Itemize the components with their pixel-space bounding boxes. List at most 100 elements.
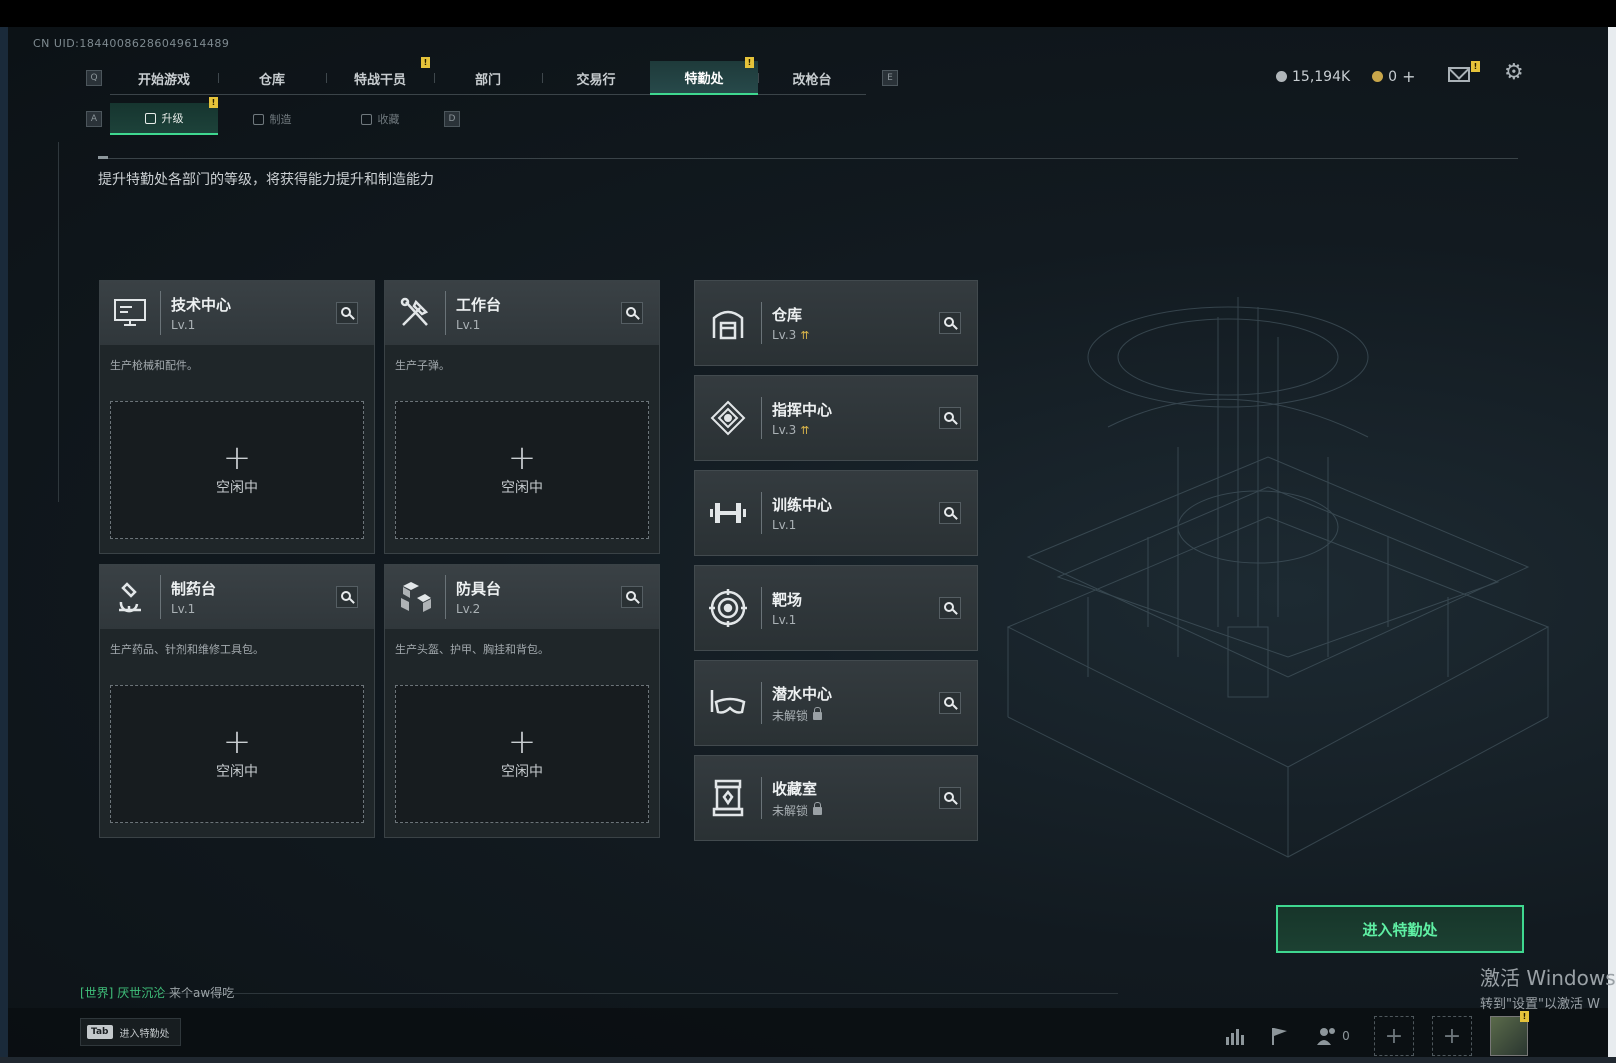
card-title-group: 潜水中心 未解锁 bbox=[772, 683, 832, 724]
activation-line-1: 激活 Windows bbox=[1480, 966, 1616, 990]
tab-department[interactable]: 部门 bbox=[434, 61, 542, 95]
notification-badge: ! bbox=[1520, 1011, 1529, 1022]
silver-currency: 15,194K bbox=[1276, 69, 1350, 85]
cubes-icon bbox=[385, 565, 445, 629]
search-icon bbox=[944, 507, 954, 517]
production-slot[interactable]: + 空闲中 bbox=[395, 401, 649, 539]
search-icon bbox=[944, 412, 954, 422]
facility-card-diving-center[interactable]: 潜水中心 未解锁 bbox=[694, 660, 978, 746]
inspect-button[interactable] bbox=[621, 302, 643, 324]
add-gold-icon[interactable]: + bbox=[1402, 67, 1415, 86]
craft-icon bbox=[252, 113, 264, 125]
plus-icon: + bbox=[1384, 1023, 1404, 1049]
card-title: 技术中心 bbox=[171, 296, 232, 314]
inspect-button[interactable] bbox=[939, 407, 961, 429]
enter-special-ops-button[interactable]: 进入特勤处 bbox=[1276, 905, 1524, 953]
facility-card-command-center[interactable]: 指挥中心 Lv.3 ⇈ bbox=[694, 375, 978, 461]
collection-icon bbox=[695, 755, 761, 841]
search-icon bbox=[341, 591, 351, 601]
notification-badge: ! bbox=[209, 97, 218, 108]
card-description: 生产枪械和配件。 bbox=[110, 359, 198, 372]
card-title-group: 技术中心 Lv.1 bbox=[171, 294, 231, 332]
card-level: Lv.2 bbox=[456, 602, 481, 616]
inspect-button[interactable] bbox=[621, 586, 643, 608]
subnav-right-key-hint: D bbox=[444, 111, 460, 127]
stats-icon[interactable] bbox=[1222, 1023, 1248, 1049]
tab-gunsmith[interactable]: 改枪台 bbox=[758, 61, 866, 95]
inspect-button[interactable] bbox=[939, 502, 961, 524]
facility-card-warehouse[interactable]: 仓库 Lv.3 ⇈ bbox=[694, 280, 978, 366]
card-level: 未解锁 bbox=[772, 706, 832, 724]
tab-trading[interactable]: 交易行 bbox=[542, 61, 650, 95]
tab-warehouse[interactable]: 仓库 bbox=[218, 61, 326, 95]
tab-collection[interactable]: 收藏 bbox=[326, 103, 434, 135]
mail-icon[interactable]: ! bbox=[1448, 61, 1480, 82]
gold-currency[interactable]: 0 + bbox=[1372, 67, 1416, 86]
inspect-button[interactable] bbox=[939, 787, 961, 809]
workstation-card-workbench[interactable]: 工作台 Lv.1 生产子弹。 + 空闲中 bbox=[384, 280, 660, 554]
card-title: 指挥中心 bbox=[772, 401, 833, 419]
production-slot[interactable]: + 空闲中 bbox=[110, 685, 364, 823]
desktop-bottom-strip bbox=[0, 1057, 1616, 1063]
friends-count: 0 bbox=[1342, 1029, 1350, 1043]
facility-card-shooting-range[interactable]: 靶场 Lv.1 bbox=[694, 565, 978, 651]
plus-icon: + bbox=[222, 722, 252, 762]
user-uid: CN UID:18440086286049614489 bbox=[33, 37, 230, 50]
card-title-group: 工作台 Lv.1 bbox=[456, 294, 501, 332]
card-title-group: 靶场 Lv.1 bbox=[772, 589, 802, 627]
search-icon bbox=[944, 792, 954, 802]
sub-navigation: A 升级 ! 制造 收藏 D bbox=[78, 97, 468, 135]
tab-start-game[interactable]: 开始游戏 bbox=[110, 61, 218, 95]
notification-badge: ! bbox=[421, 57, 430, 68]
nav-tabs: 开始游戏 仓库 特战干员 ! 部门 交易行 特勤处 ! 改枪台 bbox=[110, 57, 866, 95]
workstation-card-pharmacy[interactable]: 制药台 Lv.1 生产药品、针剂和维修工具包。 + 空闲中 bbox=[99, 564, 375, 838]
tab-shortcut-hint[interactable]: Tab 进入特勤处 bbox=[80, 1018, 181, 1046]
slot-status: 空闲中 bbox=[216, 764, 258, 780]
desktop-right-strip bbox=[1608, 27, 1616, 1057]
divider bbox=[98, 158, 1518, 159]
inspect-button[interactable] bbox=[939, 692, 961, 714]
microscope-icon bbox=[100, 565, 160, 629]
facility-card-training-center[interactable]: 训练中心 Lv.1 bbox=[694, 470, 978, 556]
chat-line[interactable]: [世界] 厌世沉沦 来个aw得吃 bbox=[80, 984, 234, 1001]
card-separator bbox=[160, 291, 161, 335]
tab-key: Tab bbox=[87, 1025, 113, 1039]
inspect-button[interactable] bbox=[336, 586, 358, 608]
production-slot[interactable]: + 空闲中 bbox=[395, 685, 649, 823]
plus-icon: + bbox=[507, 438, 537, 478]
gear-icon[interactable]: ⚙ bbox=[1504, 62, 1524, 84]
nav-right-key-hint: E bbox=[882, 70, 898, 86]
currency-bar: 15,194K 0 + bbox=[1276, 67, 1416, 86]
lock-icon bbox=[813, 706, 823, 720]
card-title: 工作台 bbox=[456, 296, 502, 314]
production-slot[interactable]: + 空闲中 bbox=[110, 401, 364, 539]
workstation-card-tech-center[interactable]: 技术中心 Lv.1 生产枪械和配件。 + 空闲中 bbox=[99, 280, 375, 554]
party-slot-1[interactable]: + bbox=[1374, 1016, 1414, 1056]
upgrade-available-icon: ⇈ bbox=[800, 424, 810, 437]
party-slot-2[interactable]: + bbox=[1432, 1016, 1472, 1056]
warehouse-icon bbox=[695, 280, 761, 366]
collection-tab-icon bbox=[360, 113, 372, 125]
card-header: 制药台 Lv.1 bbox=[100, 565, 374, 629]
sub-tabs: 升级 ! 制造 收藏 bbox=[110, 97, 434, 135]
inspect-button[interactable] bbox=[939, 597, 961, 619]
workstation-card-armor[interactable]: 防具台 Lv.2 生产头盔、护甲、胸挂和背包。 + 空闲中 bbox=[384, 564, 660, 838]
facility-card-collection-room[interactable]: 收藏室 未解锁 bbox=[694, 755, 978, 841]
slot-status: 空闲中 bbox=[216, 480, 258, 496]
chat-user[interactable]: 厌世沉沦 bbox=[117, 986, 165, 1000]
flag-icon[interactable] bbox=[1266, 1023, 1292, 1049]
tab-upgrade[interactable]: 升级 ! bbox=[110, 97, 218, 135]
tab-operators[interactable]: 特战干员 ! bbox=[326, 57, 434, 95]
tab-special-ops[interactable]: 特勤处 ! bbox=[650, 57, 758, 95]
card-header: 技术中心 Lv.1 bbox=[100, 281, 374, 345]
tab-craft[interactable]: 制造 bbox=[218, 103, 326, 135]
card-separator bbox=[445, 291, 446, 335]
friends-button[interactable]: 0 bbox=[1310, 1023, 1356, 1049]
card-description: 生产头盔、护甲、胸挂和背包。 bbox=[395, 643, 549, 656]
inspect-button[interactable] bbox=[939, 312, 961, 334]
friends-icon bbox=[1317, 1028, 1336, 1045]
inspect-button[interactable] bbox=[336, 302, 358, 324]
card-title-group: 仓库 Lv.3 ⇈ bbox=[772, 304, 810, 342]
avatar[interactable]: ! bbox=[1490, 1011, 1529, 1056]
card-title: 靶场 bbox=[772, 591, 803, 609]
